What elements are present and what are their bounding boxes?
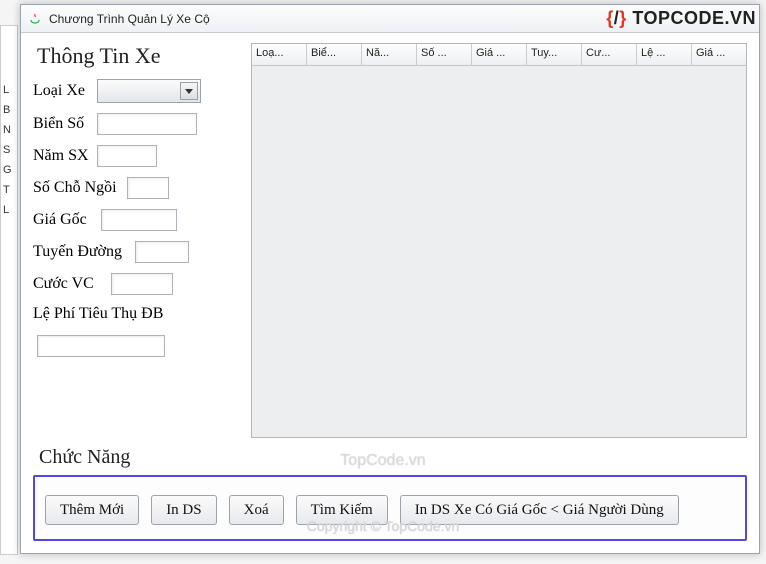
xoa-button[interactable]: Xoá [229, 495, 284, 525]
window-title: Chương Trình Quản Lý Xe Cộ [49, 12, 210, 26]
label-so-cho: Số Chỗ Ngồi [33, 179, 119, 197]
input-so-cho[interactable] [127, 177, 169, 199]
input-cuoc-vc[interactable] [111, 273, 173, 295]
functions-box: Thêm Mới In DS Xoá Tìm Kiếm In DS Xe Có … [33, 475, 747, 541]
app-window: Chương Trình Quản Lý Xe Cộ Thông Tin Xe … [20, 4, 760, 554]
input-gia-goc[interactable] [101, 209, 177, 231]
input-bien-so[interactable] [97, 113, 197, 135]
tim-kiem-button[interactable]: Tìm Kiếm [296, 495, 388, 525]
input-le-phi[interactable] [37, 335, 165, 357]
in-ds-filter-button[interactable]: In DS Xe Có Giá Gốc < Giá Người Dùng [400, 495, 679, 525]
col-bien[interactable]: Biể... [307, 44, 362, 65]
col-so[interactable]: Số ... [417, 44, 472, 65]
in-ds-button[interactable]: In DS [151, 495, 216, 525]
data-table[interactable]: Loạ... Biể... Nă... Số ... Giá ... Tuy..… [251, 43, 747, 438]
form-section-title: Thông Tin Xe [37, 43, 241, 69]
watermark-logo: {/} TOPCODE.VN [606, 8, 756, 29]
col-tuyen[interactable]: Tuy... [527, 44, 582, 65]
functions-section-title: Chức Năng [39, 446, 747, 469]
col-gia[interactable]: Giá ... [472, 44, 527, 65]
table-header: Loạ... Biể... Nă... Số ... Giá ... Tuy..… [252, 44, 746, 66]
col-lephi[interactable]: Lệ ... [637, 44, 692, 65]
form-panel: Thông Tin Xe Loại Xe Biển Số Năm SX [33, 43, 241, 438]
label-bien-so: Biển Số [33, 115, 89, 133]
col-gia2[interactable]: Giá ... [692, 44, 746, 65]
input-tuyen-duong[interactable] [135, 241, 189, 263]
them-moi-button[interactable]: Thêm Mới [45, 495, 139, 525]
label-gia-goc: Giá Gốc [33, 211, 93, 229]
chevron-down-icon[interactable] [180, 82, 198, 100]
table-body[interactable] [252, 66, 746, 437]
label-tuyen-duong: Tuyến Đường [33, 243, 127, 261]
label-loai-xe: Loại Xe [33, 82, 89, 100]
col-loai[interactable]: Loạ... [252, 44, 307, 65]
col-cuoc[interactable]: Cư... [582, 44, 637, 65]
java-icon [27, 11, 43, 27]
background-partial-window: L B N S G T L [0, 25, 18, 555]
label-nam-sx: Năm SX [33, 147, 89, 165]
combo-loai-xe[interactable] [97, 79, 201, 103]
label-cuoc-vc: Cước VC [33, 275, 103, 293]
input-nam-sx[interactable] [97, 145, 157, 167]
label-le-phi: Lệ Phí Tiêu Thụ ĐB [33, 305, 163, 323]
col-nam[interactable]: Nă... [362, 44, 417, 65]
